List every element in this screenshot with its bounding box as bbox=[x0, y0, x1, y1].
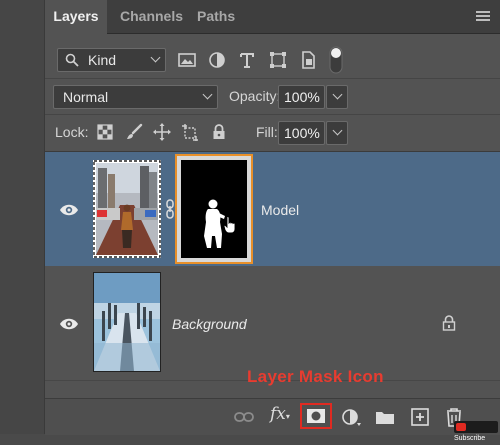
play-icon bbox=[456, 423, 466, 431]
hand-cursor-icon bbox=[223, 216, 236, 234]
mask-link-icon[interactable] bbox=[165, 199, 175, 219]
opacity-dropdown-button[interactable] bbox=[326, 85, 348, 109]
panel-tab-bar: Layers Channels Paths bbox=[45, 0, 500, 34]
chevron-down-icon bbox=[202, 89, 213, 100]
visibility-eye-icon[interactable] bbox=[59, 203, 79, 217]
background-photo-image bbox=[94, 273, 160, 371]
fx-icon[interactable]: fx▾ bbox=[270, 404, 292, 424]
lock-transparent-pixels-icon[interactable] bbox=[95, 122, 115, 142]
divider bbox=[45, 114, 500, 115]
tab-paths[interactable]: Paths bbox=[197, 0, 235, 33]
layer-name-model[interactable]: Model bbox=[261, 202, 299, 218]
type-filter-icon[interactable] bbox=[236, 49, 258, 71]
tab-channels[interactable]: Channels bbox=[120, 0, 183, 33]
layer-mask-annotation: Layer Mask Icon bbox=[247, 367, 384, 386]
fx-label: fx bbox=[270, 404, 286, 424]
new-group-icon[interactable] bbox=[374, 407, 396, 427]
layer-row-background[interactable]: Background bbox=[45, 266, 500, 381]
opacity-input[interactable]: 100% bbox=[278, 85, 325, 109]
opacity-value: 100% bbox=[284, 89, 320, 105]
lock-label: Lock: bbox=[55, 124, 89, 140]
fill-input[interactable]: 100% bbox=[278, 121, 325, 145]
search-icon bbox=[65, 53, 79, 67]
blend-mode-select[interactable]: Normal bbox=[53, 85, 218, 109]
chevron-down-icon bbox=[332, 89, 343, 100]
left-dock-strip bbox=[0, 0, 45, 434]
opacity-label: Opacity: bbox=[229, 88, 281, 104]
lock-image-pixels-icon[interactable] bbox=[124, 122, 144, 142]
add-layer-mask-icon[interactable] bbox=[305, 406, 327, 426]
visibility-eye-icon[interactable] bbox=[59, 317, 79, 331]
filter-kind-select[interactable]: Kind bbox=[57, 48, 166, 72]
layer-mask-thumbnail[interactable] bbox=[175, 154, 253, 264]
adjustment-layer-icon[interactable] bbox=[340, 407, 362, 427]
divider bbox=[45, 78, 500, 79]
shape-filter-icon[interactable] bbox=[267, 49, 289, 71]
tab-layers[interactable]: Layers bbox=[45, 0, 107, 34]
mask-silhouette-image bbox=[177, 156, 251, 262]
fill-value: 100% bbox=[284, 125, 320, 141]
new-layer-icon[interactable] bbox=[409, 407, 431, 427]
thumbnail-dashed-border bbox=[93, 160, 161, 258]
layer-locked-icon[interactable] bbox=[442, 315, 456, 331]
filter-kind-label: Kind bbox=[88, 52, 117, 68]
fill-dropdown-button[interactable] bbox=[326, 121, 348, 145]
subscribe-watermark: Subscribe bbox=[454, 421, 498, 442]
chevron-down-icon bbox=[150, 52, 161, 63]
layer-thumbnail-model[interactable] bbox=[93, 160, 161, 258]
blend-mode-value: Normal bbox=[63, 89, 109, 105]
lock-artboard-icon[interactable] bbox=[180, 122, 200, 142]
chevron-down-icon bbox=[332, 125, 343, 136]
panel-menu-icon[interactable] bbox=[476, 11, 490, 23]
layer-row-model[interactable]: Model bbox=[45, 151, 500, 267]
lock-position-icon[interactable] bbox=[152, 122, 172, 142]
layer-name-background[interactable]: Background bbox=[172, 316, 247, 332]
smart-object-filter-icon[interactable] bbox=[297, 49, 319, 71]
filter-toggle-icon[interactable] bbox=[329, 46, 343, 74]
link-layers-icon[interactable] bbox=[233, 407, 255, 427]
layer-thumbnail-background[interactable] bbox=[93, 272, 161, 372]
adjustment-filter-icon[interactable] bbox=[206, 49, 228, 71]
image-filter-icon[interactable] bbox=[176, 49, 198, 71]
lock-all-icon[interactable] bbox=[209, 122, 229, 142]
layers-panel: Layers Channels Paths Kind Normal Opacit… bbox=[45, 0, 500, 442]
fill-label: Fill: bbox=[256, 124, 278, 140]
layers-bottom-toolbar: fx▾ Subscribe bbox=[45, 398, 500, 442]
subscribe-text: Subscribe bbox=[454, 435, 486, 442]
fx-dropdown-caret: ▾ bbox=[285, 412, 290, 421]
